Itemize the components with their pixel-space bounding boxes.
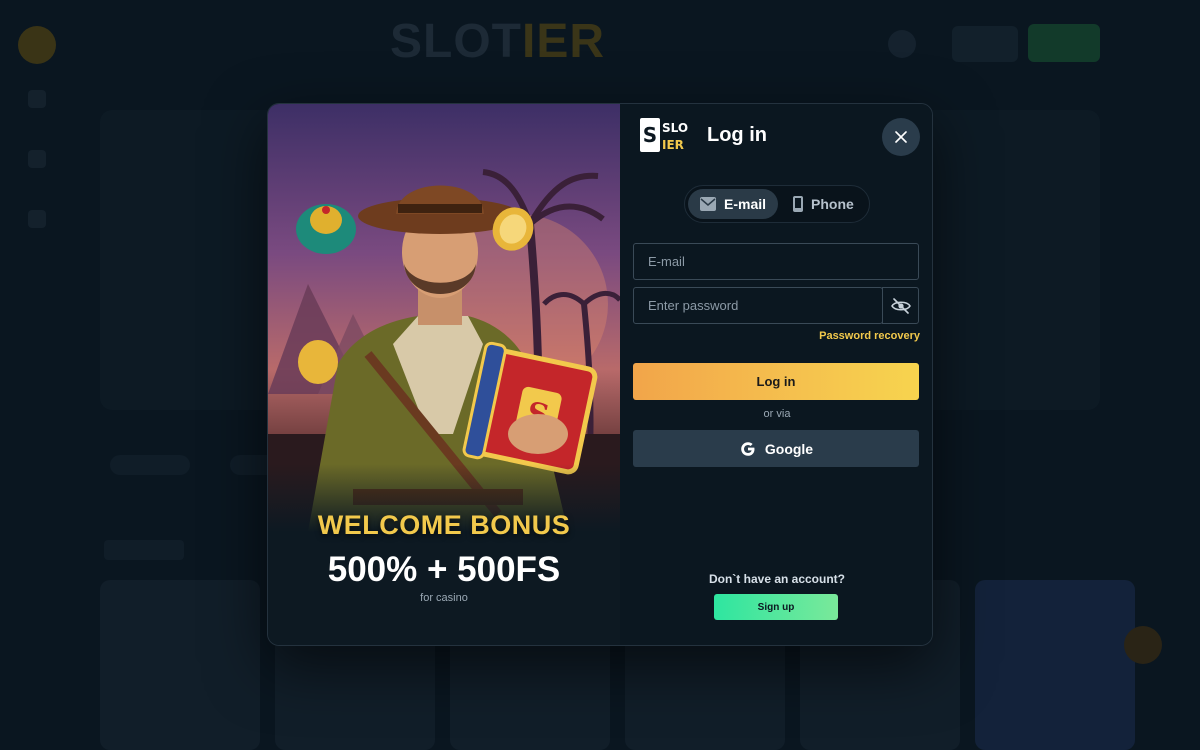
phone-icon [793,196,803,212]
login-button[interactable]: Log in [633,363,919,400]
promo-panel: S [268,104,620,645]
email-input[interactable] [634,244,918,279]
google-icon [739,440,757,458]
or-via-label: or via [763,408,791,420]
brand-logo: S SLOT IER [640,118,688,152]
background-sidebar-icon [28,150,46,168]
background-sidebar [22,84,52,270]
bonus-subtitle: for casino [420,592,468,604]
email-field [633,243,919,280]
close-button[interactable] [882,118,920,156]
password-recovery-link[interactable]: Password recovery [819,330,920,342]
google-login-button[interactable]: Google [633,430,919,467]
password-field [633,287,883,324]
no-account-label: Don`t have an account? [708,572,845,586]
background-header: SLOTIER [0,0,1200,88]
close-icon [895,131,907,143]
svg-text:S: S [643,123,657,147]
background-login-button [952,26,1018,62]
adventurer-illustration: S [268,169,620,532]
welcome-bonus-title: WELCOME BONUS [317,510,571,540]
background-chat-button [1124,626,1162,664]
envelope-icon [700,197,716,211]
tab-email[interactable]: E-mail [688,189,778,219]
background-user-icon [888,30,916,58]
promo-illustration: S [268,104,620,532]
background-signup-button [1028,24,1100,62]
toggle-password-visibility[interactable] [882,287,919,324]
background-section-title [104,540,184,560]
background-game-card [100,580,260,750]
login-modal: S [267,103,933,646]
tab-phone[interactable]: Phone [785,189,865,219]
tab-phone-label: Phone [811,196,854,212]
brand-logo-bottom: IER [662,138,684,152]
background-logo-accent: IER [522,15,606,68]
tab-email-label: E-mail [724,196,767,212]
bonus-amount: 500% + 500FS [327,550,561,589]
login-panel: S SLOT IER Log in E-mail Phone [620,104,932,645]
background-avatar [18,26,56,64]
eye-off-icon [890,297,911,314]
background-logo: SLOTIER [390,14,605,69]
login-method-toggle: E-mail Phone [684,185,870,223]
background-game-card [975,580,1135,750]
signup-button[interactable]: Sign up [714,594,838,620]
google-label: Google [764,440,814,457]
password-input[interactable] [634,288,882,323]
background-chip [110,455,190,475]
background-sidebar-icon [28,90,46,108]
background-logo-main: SLOT [390,15,522,68]
brand-logo-top: SLOT [662,121,688,135]
modal-title: Log in [707,124,767,146]
background-sidebar-icon [28,210,46,228]
